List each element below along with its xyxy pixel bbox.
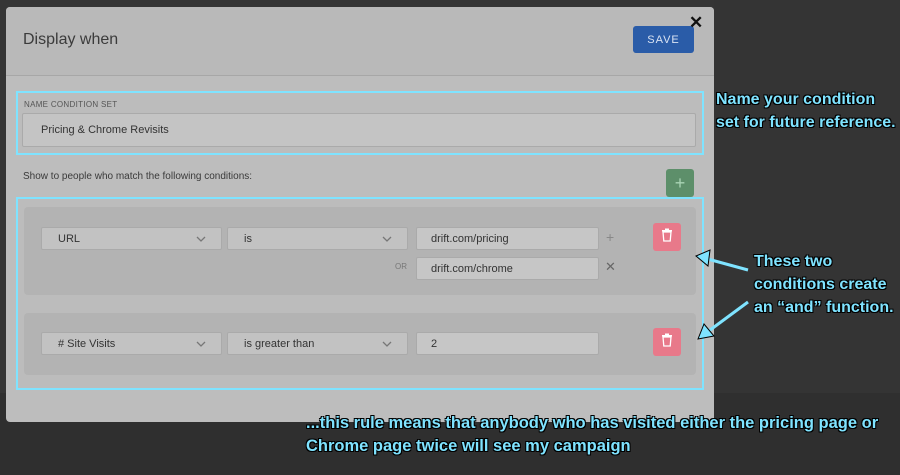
condition-set-name-input[interactable]: Pricing & Chrome Revisits xyxy=(22,113,696,147)
annotation-and-hint: These two conditions create an “and” fun… xyxy=(754,253,894,316)
display-when-modal: Display when SAVE ✕ NAME CONDITION SET P… xyxy=(6,7,714,422)
annotation-arrows xyxy=(695,249,749,340)
modal-header: Display when SAVE xyxy=(6,7,714,76)
delete-condition-button[interactable] xyxy=(653,328,681,356)
chevron-down-icon xyxy=(381,336,393,358)
field-select[interactable]: URL xyxy=(41,227,222,250)
plus-icon: + xyxy=(674,172,686,193)
close-icon[interactable]: ✕ xyxy=(689,14,703,31)
value-input[interactable]: drift.com/chrome xyxy=(416,257,599,280)
operator-select[interactable]: is greater than xyxy=(227,332,408,355)
or-label: OR xyxy=(395,262,407,271)
field-select[interactable]: # Site Visits xyxy=(41,332,222,355)
field-select-value: URL xyxy=(58,233,81,245)
annotation-name-hint: Name your condition set for future refer… xyxy=(716,91,896,131)
add-condition-button[interactable]: + xyxy=(666,169,694,197)
chevron-down-icon xyxy=(381,231,393,253)
name-condition-set-section: NAME CONDITION SET Pricing & Chrome Revi… xyxy=(16,91,704,155)
condition-row: URL is drift.com/pricing + OR drift.com/… xyxy=(24,207,696,295)
annotation-rule-hint: ...this rule means that anybody who has … xyxy=(306,414,879,455)
conditions-group: URL is drift.com/pricing + OR drift.com/… xyxy=(16,197,704,390)
value-input[interactable]: 2 xyxy=(416,332,599,355)
add-or-value-icon[interactable]: + xyxy=(606,229,614,245)
conditions-intro-text: Show to people who match the following c… xyxy=(23,171,253,182)
modal-title: Display when xyxy=(23,31,119,48)
trash-icon xyxy=(661,228,673,247)
condition-row: # Site Visits is greater than 2 xyxy=(24,313,696,375)
chevron-down-icon xyxy=(195,231,207,253)
delete-condition-button[interactable] xyxy=(653,223,681,251)
trash-icon xyxy=(661,333,673,352)
name-condition-set-label: NAME CONDITION SET xyxy=(24,100,118,109)
save-button[interactable]: SAVE xyxy=(633,26,694,53)
operator-select-value: is greater than xyxy=(244,338,315,350)
operator-select[interactable]: is xyxy=(227,227,408,250)
chevron-down-icon xyxy=(195,336,207,358)
value-input[interactable]: drift.com/pricing xyxy=(416,227,599,250)
remove-value-icon[interactable]: ✕ xyxy=(605,259,616,275)
operator-select-value: is xyxy=(244,233,252,245)
field-select-value: # Site Visits xyxy=(58,338,116,350)
